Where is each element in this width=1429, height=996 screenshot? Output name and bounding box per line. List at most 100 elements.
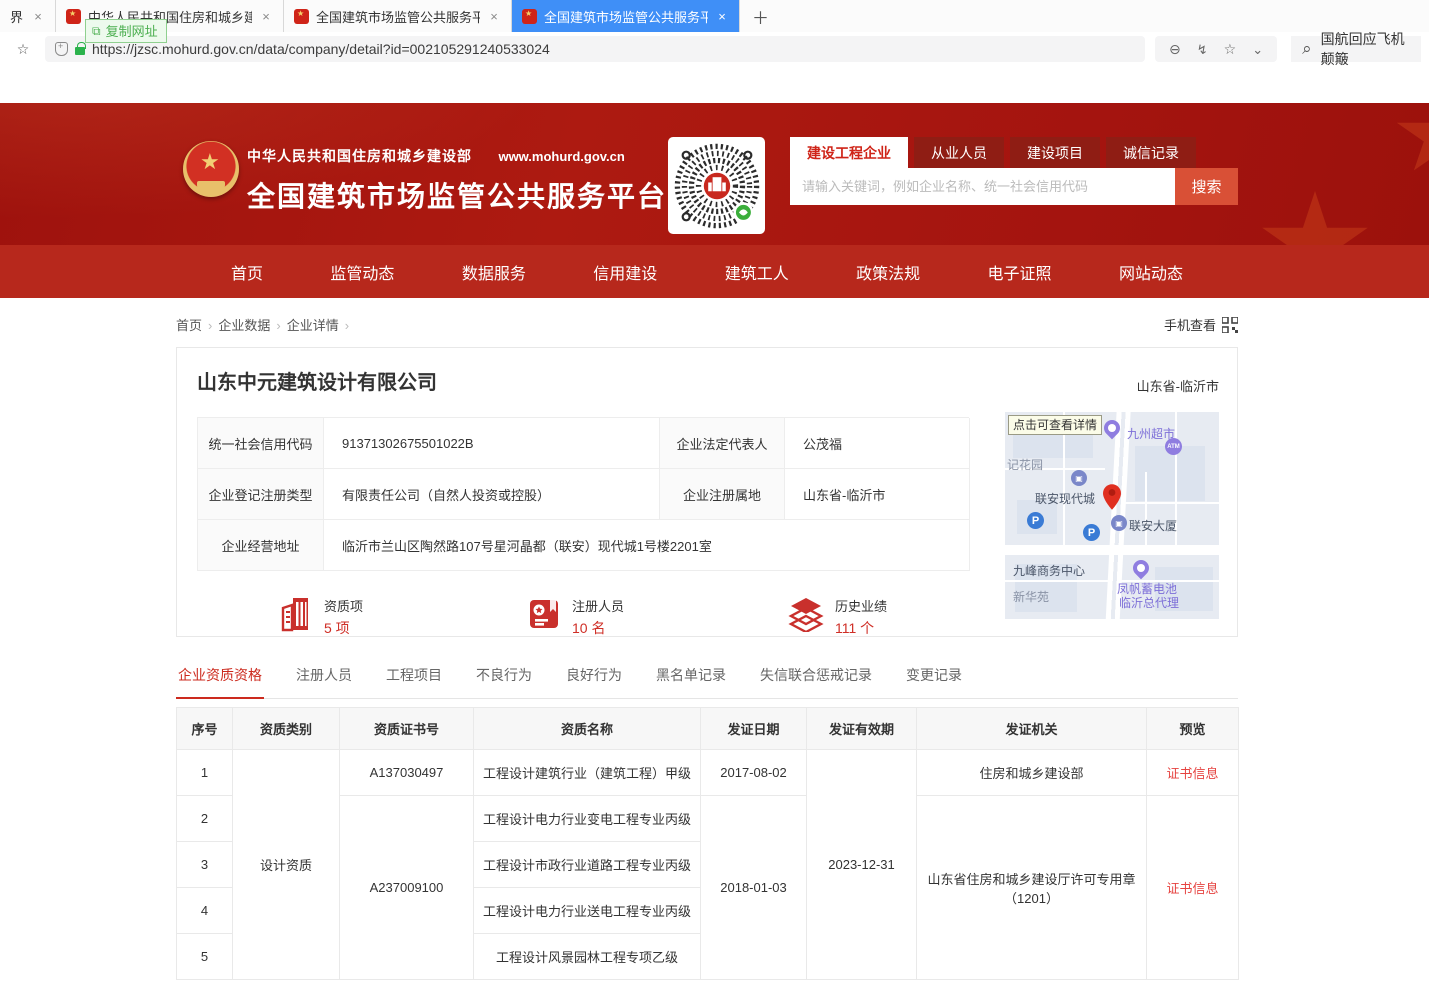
company-stats: 资质项 5 项 注册人员 10 名 xyxy=(197,596,969,638)
browser-search-text: 国航回应飞机颠簸 xyxy=(1321,29,1410,69)
browser-chrome: 界 × 中华人民共和国住房和城乡建设 × 全国建筑市场监管公共服务平台 × 全国… xyxy=(0,0,1429,66)
nav-item-workers[interactable]: 建筑工人 xyxy=(725,260,789,284)
search-tab-project[interactable]: 建设项目 xyxy=(1010,137,1100,168)
keyword-search-input[interactable] xyxy=(790,168,1175,205)
search-tab-enterprise[interactable]: 建设工程企业 xyxy=(790,137,908,168)
reg-type-label: 企业登记注册类型 xyxy=(198,469,324,520)
parking-icon xyxy=(1083,524,1100,541)
col-header-name: 资质名称 xyxy=(474,708,701,750)
favorites-icon[interactable] xyxy=(1224,41,1237,58)
nav-item-home[interactable]: 首页 xyxy=(231,260,263,284)
tab-dishonesty[interactable]: 失信联合惩戒记录 xyxy=(758,661,874,698)
reg-type-value: 有限责任公司（自然人投资或控股） xyxy=(324,469,660,520)
cell-name: 工程设计风景园林工程专项乙级 xyxy=(474,934,701,980)
close-icon[interactable]: × xyxy=(487,9,501,24)
tab-registered-personnel[interactable]: 注册人员 xyxy=(294,661,354,698)
browser-search-box[interactable]: 国航回应飞机颠簸 xyxy=(1291,36,1421,62)
url-input[interactable] xyxy=(92,41,1135,57)
new-tab-button[interactable]: ＋ xyxy=(740,0,781,32)
nav-item-supervision[interactable]: 监管动态 xyxy=(330,260,394,284)
copy-tooltip-text: 复制网址 xyxy=(106,21,158,40)
toolbar-icon-cluster xyxy=(1155,36,1277,62)
map-poi-icon xyxy=(1130,557,1153,580)
stat-qualifications-label: 资质项 xyxy=(324,596,363,615)
chevron-down-icon[interactable] xyxy=(1252,41,1263,58)
breadcrumb-home[interactable]: 首页 xyxy=(176,315,212,334)
search-category-tabs: 建设工程企业 从业人员 建设项目 诚信记录 xyxy=(790,137,1238,168)
stat-qualifications-value: 5 项 xyxy=(324,618,363,638)
site-favicon-icon xyxy=(66,9,81,24)
breadcrumb: 首页 企业数据 企业详情 xyxy=(176,315,349,334)
map-label-business-center: 九峰商务中心 xyxy=(1013,562,1085,579)
mobile-view-label: 手机查看 xyxy=(1164,315,1216,334)
nav-item-credit[interactable]: 信用建设 xyxy=(593,260,657,284)
search-tab-credit[interactable]: 诚信记录 xyxy=(1106,137,1196,168)
tab-blacklist[interactable]: 黑名单记录 xyxy=(654,661,728,698)
location-map[interactable]: 点击可查看详情 九州超市 ATM 记花园 联安现代城 联安大厦 九峰商务中心 凤… xyxy=(1005,412,1219,619)
stat-registered-personnel[interactable]: 注册人员 10 名 xyxy=(527,596,624,638)
tab-good-behavior[interactable]: 良好行为 xyxy=(564,661,624,698)
shield-icon[interactable] xyxy=(55,42,68,56)
copy-url-tooltip: 复制网址 xyxy=(85,19,167,43)
browser-tab-0[interactable]: 界 × xyxy=(0,0,56,32)
map-label-garden: 记花园 xyxy=(1007,456,1043,473)
map-cross-road xyxy=(1005,545,1219,555)
search-tab-personnel[interactable]: 从业人员 xyxy=(914,137,1004,168)
star-decor-icon xyxy=(1260,191,1370,245)
nav-item-license[interactable]: 电子证照 xyxy=(988,260,1052,284)
browser-tab-3-active[interactable]: 全国建筑市场监管公共服务平台 × xyxy=(512,0,740,32)
map-road xyxy=(1125,502,1219,504)
close-icon[interactable]: × xyxy=(31,9,45,24)
stat-historical-performance[interactable]: 历史业绩 111 个 xyxy=(788,596,887,638)
site-header: 中华人民共和国住房和城乡建设部 www.mohurd.gov.cn 全国建筑市场… xyxy=(0,103,1429,245)
map-label-modern-city: 联安现代城 xyxy=(1035,490,1095,507)
nav-item-data-service[interactable]: 数据服务 xyxy=(462,260,526,284)
ministry-name: 中华人民共和国住房和城乡建设部 xyxy=(247,148,472,164)
tab-bad-behavior[interactable]: 不良行为 xyxy=(474,661,534,698)
nav-item-site-news[interactable]: 网站动态 xyxy=(1119,260,1183,284)
company-region: 山东省-临沂市 xyxy=(1137,376,1219,395)
company-info-table: 统一社会信用代码 91371302675501022B 企业法定代表人 公茂福 … xyxy=(197,417,969,571)
search-input-row: 搜索 xyxy=(790,168,1238,205)
reg-region-label: 企业注册属地 xyxy=(660,469,785,520)
certificate-info-link[interactable]: 证书信息 xyxy=(1166,766,1218,781)
tab-label: 界 xyxy=(10,7,24,26)
parking-icon xyxy=(1027,512,1044,529)
bookmark-star-icon[interactable] xyxy=(8,39,38,59)
browser-tab-2[interactable]: 全国建筑市场监管公共服务平台 × xyxy=(284,0,512,32)
address-field[interactable] xyxy=(45,36,1145,62)
nav-item-policy[interactable]: 政策法规 xyxy=(856,260,920,284)
building-icon xyxy=(279,596,313,632)
cell-valid-until: 2023-12-31 xyxy=(807,750,917,980)
tab-change-records[interactable]: 变更记录 xyxy=(904,661,964,698)
breadcrumb-detail[interactable]: 企业详情 xyxy=(287,315,349,334)
stat-performance-value: 111 个 xyxy=(835,618,887,638)
col-header-authority: 发证机关 xyxy=(917,708,1147,750)
zoom-out-icon[interactable] xyxy=(1169,41,1181,58)
close-icon[interactable]: × xyxy=(715,9,729,24)
breadcrumb-row: 首页 企业数据 企业详情 手机查看 xyxy=(176,315,1238,334)
map-tooltip: 点击可查看详情 xyxy=(1008,415,1102,435)
cell-preview: 证书信息 xyxy=(1147,796,1239,980)
breadcrumb-enterprise-data[interactable]: 企业数据 xyxy=(218,315,280,334)
atm-icon: ATM xyxy=(1165,438,1182,455)
map-label-xinhua: 新华苑 xyxy=(1013,588,1049,605)
close-icon[interactable]: × xyxy=(259,9,273,24)
site-favicon-icon xyxy=(522,9,537,24)
company-name: 山东中元建筑设计有限公司 xyxy=(197,366,1237,395)
certificate-info-link[interactable]: 证书信息 xyxy=(1166,881,1218,896)
search-icon xyxy=(1302,39,1312,59)
qualifications-table: 序号 资质类别 资质证书号 资质名称 发证日期 发证有效期 发证机关 预览 1 … xyxy=(176,707,1239,980)
tab-projects[interactable]: 工程项目 xyxy=(384,661,444,698)
cell-cert-no: A137030497 xyxy=(340,750,474,796)
ministry-website: www.mohurd.gov.cn xyxy=(498,149,624,164)
mobile-view-button[interactable]: 手机查看 xyxy=(1164,315,1238,334)
cell-cert-no: A237009100 xyxy=(340,796,474,980)
tab-qualifications[interactable]: 企业资质资格 xyxy=(176,661,264,699)
search-button[interactable]: 搜索 xyxy=(1175,168,1238,205)
cell-no: 1 xyxy=(177,750,233,796)
flash-icon[interactable] xyxy=(1197,41,1208,58)
cell-authority: 住房和城乡建设部 xyxy=(917,750,1147,796)
atm-text: ATM xyxy=(1167,444,1180,450)
stat-qualifications[interactable]: 资质项 5 项 xyxy=(279,596,363,638)
